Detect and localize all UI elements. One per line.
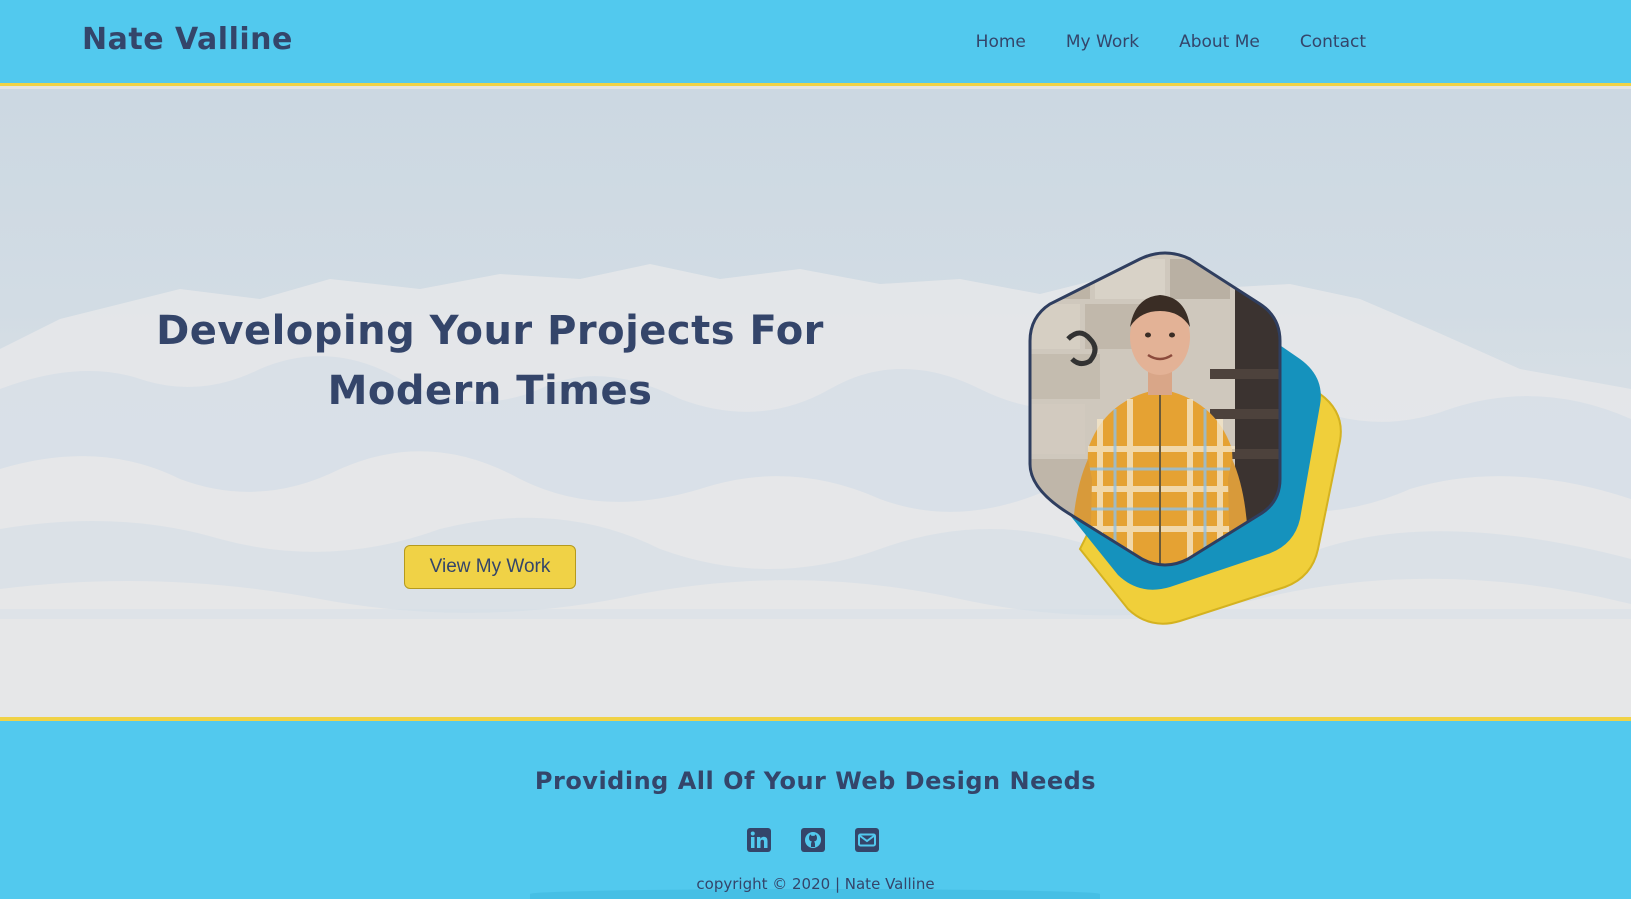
linkedin-icon[interactable] [746,827,772,853]
github-icon[interactable] [800,827,826,853]
portrait-graphic [1010,249,1410,659]
hero-headline: Developing Your Projects For Modern Time… [150,301,830,421]
view-my-work-button[interactable]: View My Work [404,545,576,589]
nav-my-work[interactable]: My Work [1066,32,1139,52]
nav-contact[interactable]: Contact [1300,32,1366,52]
footer-tagline: Providing All Of Your Web Design Needs [534,767,1097,795]
nav-home[interactable]: Home [976,32,1026,52]
copyright-text: copyright © 2020 | Nate Valline [696,875,935,893]
site-header: Nate Valline Home My Work About Me Conta… [0,0,1631,86]
headline-line-2: Modern Times [327,368,653,414]
site-footer: Providing All Of Your Web Design Needs c… [0,721,1631,899]
brand-logo[interactable]: Nate Valline [82,22,293,57]
social-links [746,827,880,853]
nav-about-me[interactable]: About Me [1179,32,1260,52]
headline-line-1: Developing Your Projects For [156,308,824,354]
hero-section: Developing Your Projects For Modern Time… [0,89,1631,717]
email-icon[interactable] [854,827,880,853]
main-nav: Home My Work About Me Contact [976,32,1366,52]
